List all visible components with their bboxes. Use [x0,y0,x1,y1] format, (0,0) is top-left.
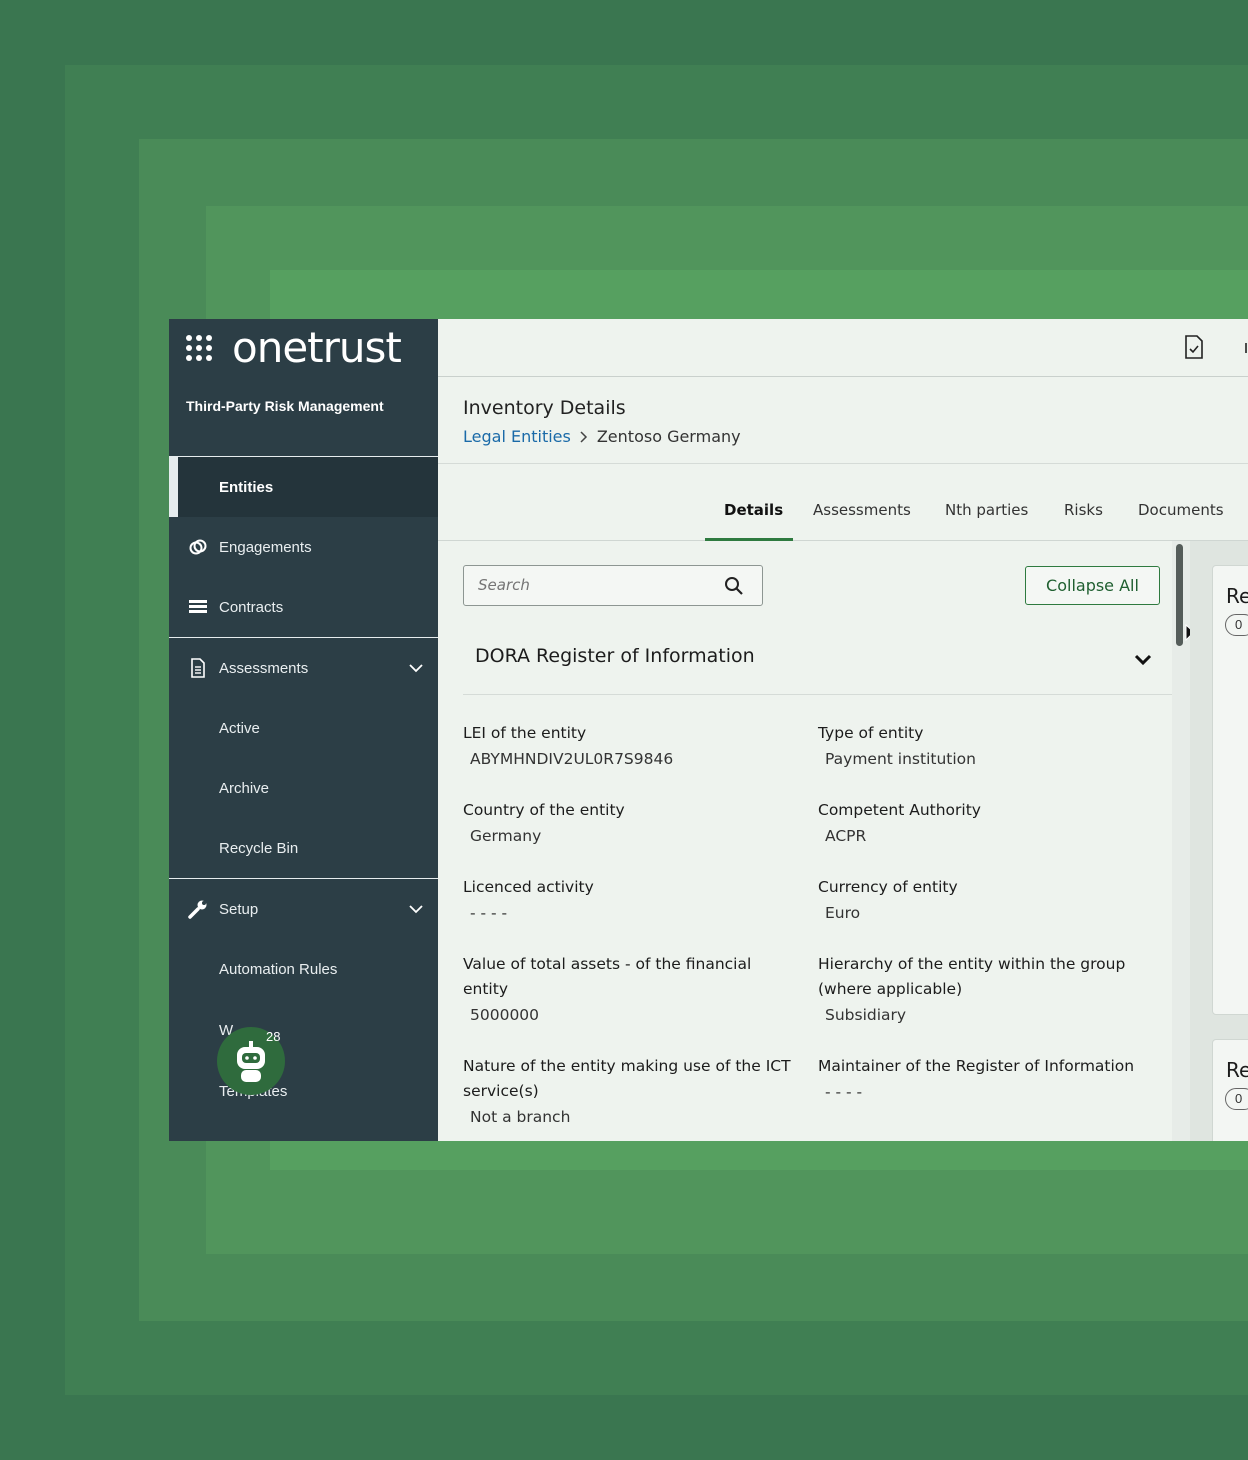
field-hierarchy: Hierarchy of the entity within the group… [818,952,1148,1029]
field-label: Maintainer of the Register of Informatio… [818,1057,1135,1075]
field-label: Country of the entity [463,801,625,819]
page-title: Inventory Details [463,397,626,419]
field-label: Competent Authority [818,801,981,819]
sidebar-item-entities[interactable]: Entities [169,457,438,517]
main-panel: Inventory Details Legal Entities Zentoso… [438,319,1248,1141]
field-value: Germany [470,827,542,845]
field-currency: Currency of entity Euro [818,875,1148,927]
chevron-down-icon[interactable] [408,660,424,676]
search-icon[interactable] [724,576,744,596]
field-value: ACPR [825,827,867,845]
field-label: LEI of the entity [463,724,587,742]
breadcrumb-current: Zentoso Germany [596,427,741,446]
tab-documents[interactable]: Documents [1138,501,1224,519]
card-count-pill: 0 [1225,1088,1248,1110]
chevron-right-icon [580,430,587,443]
section-title: DORA Register of Information [475,645,755,667]
card-title: Re [1226,1058,1248,1082]
field-value: Not a branch [470,1108,571,1126]
scrollbar-thumb[interactable] [1176,544,1183,646]
sidebar-item-recycle-bin[interactable]: Recycle Bin [169,818,438,878]
field-label: Nature of the entity making use of the I… [463,1057,791,1100]
document-icon [191,658,205,678]
sidebar-item-label: Recycle Bin [219,839,299,857]
field-lei: LEI of the entity ABYMHNDIV2UL0R7S9846 [463,721,793,773]
sidebar-item-label: Assessments [219,659,309,677]
brand-bar: onetrust [169,319,438,377]
sidebar-item-label: Engagements [219,538,312,556]
onetrust-logo[interactable]: onetrust [232,327,402,369]
card-count-pill: 0 [1225,614,1248,636]
field-total-assets: Value of total assets - of the financial… [463,952,793,1029]
chevron-down-icon[interactable] [1133,649,1153,669]
field-label: Licenced activity [463,878,594,896]
tab-assessments[interactable]: Assessments [813,501,911,519]
field-value: - - - - [470,904,508,922]
field-value: Euro [825,904,861,922]
search-box[interactable] [463,565,763,606]
risk-card[interactable]: Re 0 [1212,1039,1248,1141]
tab-nth-parties[interactable]: Nth parties [945,501,1028,519]
sidebar-item-automation-rules[interactable]: Automation Rules [169,939,438,999]
sidebar-item-setup[interactable]: Setup [169,879,438,939]
field-maintainer: Maintainer of the Register of Informatio… [818,1054,1148,1106]
sidebar-item-label: Entities [219,478,274,496]
top-bar [438,319,1248,377]
tab-details[interactable]: Details [724,501,783,519]
field-label: Type of entity [818,724,924,742]
field-type-of-entity: Type of entity Payment institution [818,721,1148,773]
wrench-icon [188,900,207,919]
search-input[interactable] [478,576,708,594]
breadcrumb-legal-entities[interactable]: Legal Entities [463,427,571,446]
chevron-down-icon[interactable] [408,901,424,917]
sidebar-item-contracts[interactable]: Contracts [169,577,438,637]
field-value: Subsidiary [825,1006,907,1024]
details-content: Collapse All DORA Register of Informatio… [438,541,1188,1141]
notification-count-badge: 28 [266,1029,281,1044]
tab-bar: Details Assessments Nth parties Risks Do… [438,464,1248,541]
module-title: Third-Party Risk Management [169,377,438,457]
field-competent-authority: Competent Authority ACPR [818,798,1148,850]
page-header: Inventory Details Legal Entities Zentoso… [438,377,1248,464]
field-value: 5000000 [470,1006,540,1024]
right-panel: Re 0 Re 0 [1190,541,1248,1141]
app-launcher-icon[interactable] [186,335,212,361]
sidebar-item-label: Archive [219,779,270,797]
sidebar-item-label: Automation Rules [219,960,338,978]
sidebar: onetrust Third-Party Risk Management Ent… [169,319,438,1141]
sidebar-item-engagements[interactable]: Engagements [169,517,438,577]
field-licenced-activity: Licenced activity - - - - [463,875,793,927]
document-check-icon[interactable] [1184,335,1204,359]
section-header[interactable]: DORA Register of Information [463,625,1173,695]
field-nature-of-entity: Nature of the entity making use of the I… [463,1054,793,1131]
sidebar-item-label: Active [219,719,260,737]
sidebar-item-label: Contracts [219,598,284,616]
field-value: ABYMHNDIV2UL0R7S9846 [470,750,674,768]
field-value: Payment institution [825,750,976,768]
download-icon[interactable] [1238,341,1248,355]
field-value: - - - - [825,1083,863,1101]
link-icon [189,539,207,555]
field-country: Country of the entity Germany [463,798,793,850]
sidebar-item-active[interactable]: Active [169,698,438,758]
tab-risks[interactable]: Risks [1064,501,1103,519]
collapse-all-button[interactable]: Collapse All [1025,566,1160,605]
field-label: Currency of entity [818,878,958,896]
breadcrumb: Legal Entities Zentoso Germany [463,427,1248,446]
sidebar-item-archive[interactable]: Archive [169,758,438,818]
field-label: Hierarchy of the entity within the group… [818,955,1126,998]
sidebar-item-label: Setup [219,900,259,918]
app-window: onetrust Third-Party Risk Management Ent… [169,319,1248,1141]
sidebar-item-assessments[interactable]: Assessments [169,638,438,698]
card-title: Re [1226,584,1248,608]
risk-card[interactable]: Re 0 [1212,565,1248,1015]
field-label: Value of total assets - of the financial… [463,955,752,998]
list-icon [189,600,207,613]
